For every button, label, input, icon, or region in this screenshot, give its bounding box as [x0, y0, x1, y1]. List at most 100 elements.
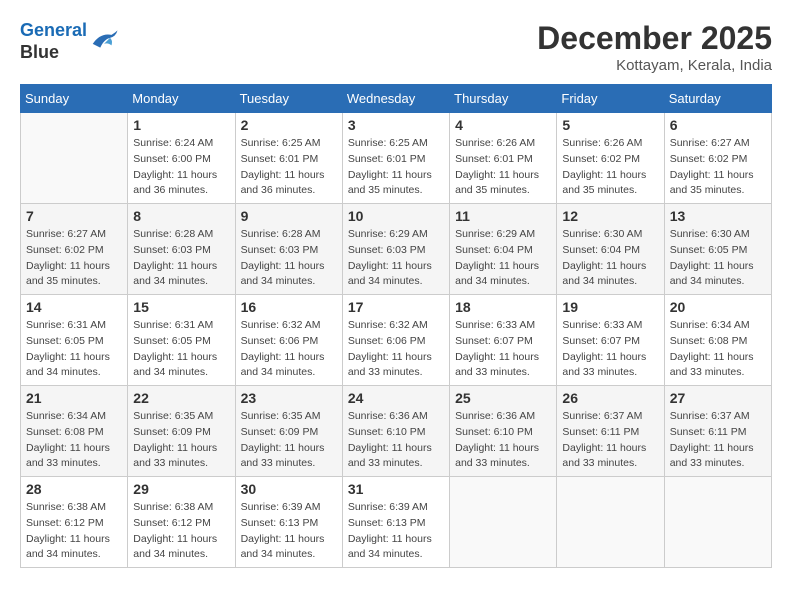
day-number: 29 [133, 481, 229, 497]
day-info: Sunrise: 6:37 AMSunset: 6:11 PMDaylight:… [562, 409, 658, 472]
calendar-cell: 26 Sunrise: 6:37 AMSunset: 6:11 PMDayligh… [557, 386, 664, 477]
day-number: 28 [26, 481, 122, 497]
calendar-cell [21, 113, 128, 204]
calendar-cell: 19 Sunrise: 6:33 AMSunset: 6:07 PMDayligh… [557, 295, 664, 386]
day-info: Sunrise: 6:26 AMSunset: 6:01 PMDaylight:… [455, 136, 551, 199]
day-number: 20 [670, 299, 766, 315]
day-info: Sunrise: 6:25 AMSunset: 6:01 PMDaylight:… [348, 136, 444, 199]
day-info: Sunrise: 6:27 AMSunset: 6:02 PMDaylight:… [670, 136, 766, 199]
day-info: Sunrise: 6:36 AMSunset: 6:10 PMDaylight:… [455, 409, 551, 472]
day-info: Sunrise: 6:30 AMSunset: 6:05 PMDaylight:… [670, 227, 766, 290]
day-number: 1 [133, 117, 229, 133]
calendar-cell: 24Sunrise: 6:36 AMSunset: 6:10 PMDayligh… [342, 386, 449, 477]
day-number: 4 [455, 117, 551, 133]
day-info: Sunrise: 6:36 AMSunset: 6:10 PMDaylight:… [348, 409, 444, 472]
page-header: GeneralBlue December 2025 Kottayam, Kera… [20, 20, 772, 74]
day-number: 13 [670, 208, 766, 224]
day-info: Sunrise: 6:28 AMSunset: 6:03 PMDaylight:… [133, 227, 229, 290]
day-info: Sunrise: 6:35 AMSunset: 6:09 PMDaylight:… [241, 409, 337, 472]
day-info: Sunrise: 6:39 AMSunset: 6:13 PMDaylight:… [241, 500, 337, 563]
day-info: Sunrise: 6:35 AMSunset: 6:09 PMDaylight:… [133, 409, 229, 472]
weekday-header-sunday: Sunday [21, 85, 128, 113]
logo-bird-icon [89, 28, 119, 56]
day-number: 26 [562, 390, 658, 406]
day-info: Sunrise: 6:34 AMSunset: 6:08 PMDaylight:… [26, 409, 122, 472]
calendar-cell: 11 Sunrise: 6:29 AMSunset: 6:04 PMDayligh… [450, 204, 557, 295]
calendar-week-2: 7 Sunrise: 6:27 AMSunset: 6:02 PMDaylight… [21, 204, 772, 295]
day-info: Sunrise: 6:29 AMSunset: 6:03 PMDaylight:… [348, 227, 444, 290]
day-info: Sunrise: 6:39 AMSunset: 6:13 PMDaylight:… [348, 500, 444, 563]
calendar-cell: 22Sunrise: 6:35 AMSunset: 6:09 PMDayligh… [128, 386, 235, 477]
calendar-cell [450, 477, 557, 568]
calendar-cell: 30 Sunrise: 6:39 AMSunset: 6:13 PMDayligh… [235, 477, 342, 568]
calendar-cell: 23Sunrise: 6:35 AMSunset: 6:09 PMDayligh… [235, 386, 342, 477]
calendar-table: SundayMondayTuesdayWednesdayThursdayFrid… [20, 84, 772, 568]
day-number: 2 [241, 117, 337, 133]
day-number: 30 [241, 481, 337, 497]
day-number: 16 [241, 299, 337, 315]
weekday-header-thursday: Thursday [450, 85, 557, 113]
calendar-cell: 8Sunrise: 6:28 AMSunset: 6:03 PMDaylight… [128, 204, 235, 295]
day-number: 27 [670, 390, 766, 406]
day-info: Sunrise: 6:38 AMSunset: 6:12 PMDaylight:… [26, 500, 122, 563]
calendar-cell: 7 Sunrise: 6:27 AMSunset: 6:02 PMDaylight… [21, 204, 128, 295]
calendar-cell: 28 Sunrise: 6:38 AMSunset: 6:12 PMDayligh… [21, 477, 128, 568]
day-info: Sunrise: 6:24 AMSunset: 6:00 PMDaylight:… [133, 136, 229, 199]
calendar-cell: 10 Sunrise: 6:29 AMSunset: 6:03 PMDayligh… [342, 204, 449, 295]
day-number: 15 [133, 299, 229, 315]
day-number: 9 [241, 208, 337, 224]
calendar-week-1: 1 Sunrise: 6:24 AMSunset: 6:00 PMDaylight… [21, 113, 772, 204]
calendar-cell: 18 Sunrise: 6:33 AMSunset: 6:07 PMDayligh… [450, 295, 557, 386]
calendar-cell: 1 Sunrise: 6:24 AMSunset: 6:00 PMDaylight… [128, 113, 235, 204]
logo: GeneralBlue [20, 20, 119, 63]
day-number: 6 [670, 117, 766, 133]
logo-text: GeneralBlue [20, 20, 87, 63]
weekday-header-friday: Friday [557, 85, 664, 113]
calendar-cell: 27 Sunrise: 6:37 AMSunset: 6:11 PMDayligh… [664, 386, 771, 477]
day-info: Sunrise: 6:31 AMSunset: 6:05 PMDaylight:… [26, 318, 122, 381]
day-number: 11 [455, 208, 551, 224]
day-number: 18 [455, 299, 551, 315]
calendar-cell: 5Sunrise: 6:26 AMSunset: 6:02 PMDaylight… [557, 113, 664, 204]
day-info: Sunrise: 6:26 AMSunset: 6:02 PMDaylight:… [562, 136, 658, 199]
day-info: Sunrise: 6:31 AMSunset: 6:05 PMDaylight:… [133, 318, 229, 381]
calendar-cell: 2 Sunrise: 6:25 AMSunset: 6:01 PMDaylight… [235, 113, 342, 204]
day-info: Sunrise: 6:30 AMSunset: 6:04 PMDaylight:… [562, 227, 658, 290]
day-info: Sunrise: 6:28 AMSunset: 6:03 PMDaylight:… [241, 227, 337, 290]
day-number: 21 [26, 390, 122, 406]
weekday-header-wednesday: Wednesday [342, 85, 449, 113]
calendar-week-5: 28 Sunrise: 6:38 AMSunset: 6:12 PMDayligh… [21, 477, 772, 568]
day-info: Sunrise: 6:34 AMSunset: 6:08 PMDaylight:… [670, 318, 766, 381]
calendar-cell: 15 Sunrise: 6:31 AMSunset: 6:05 PMDayligh… [128, 295, 235, 386]
calendar-cell: 9 Sunrise: 6:28 AMSunset: 6:03 PMDaylight… [235, 204, 342, 295]
title-block: December 2025 Kottayam, Kerala, India [537, 20, 772, 74]
day-info: Sunrise: 6:27 AMSunset: 6:02 PMDaylight:… [26, 227, 122, 290]
day-number: 3 [348, 117, 444, 133]
day-number: 19 [562, 299, 658, 315]
day-info: Sunrise: 6:37 AMSunset: 6:11 PMDaylight:… [670, 409, 766, 472]
weekday-header-monday: Monday [128, 85, 235, 113]
day-info: Sunrise: 6:38 AMSunset: 6:12 PMDaylight:… [133, 500, 229, 563]
day-info: Sunrise: 6:33 AMSunset: 6:07 PMDaylight:… [562, 318, 658, 381]
day-info: Sunrise: 6:25 AMSunset: 6:01 PMDaylight:… [241, 136, 337, 199]
day-number: 25 [455, 390, 551, 406]
calendar-cell: 6 Sunrise: 6:27 AMSunset: 6:02 PMDaylight… [664, 113, 771, 204]
day-info: Sunrise: 6:32 AMSunset: 6:06 PMDaylight:… [348, 318, 444, 381]
day-number: 12 [562, 208, 658, 224]
day-info: Sunrise: 6:32 AMSunset: 6:06 PMDaylight:… [241, 318, 337, 381]
calendar-week-4: 21 Sunrise: 6:34 AMSunset: 6:08 PMDayligh… [21, 386, 772, 477]
weekday-header-tuesday: Tuesday [235, 85, 342, 113]
day-number: 7 [26, 208, 122, 224]
calendar-cell: 25 Sunrise: 6:36 AMSunset: 6:10 PMDayligh… [450, 386, 557, 477]
weekday-header-saturday: Saturday [664, 85, 771, 113]
calendar-cell: 3 Sunrise: 6:25 AMSunset: 6:01 PMDaylight… [342, 113, 449, 204]
calendar-cell: 31Sunrise: 6:39 AMSunset: 6:13 PMDayligh… [342, 477, 449, 568]
calendar-cell: 17Sunrise: 6:32 AMSunset: 6:06 PMDayligh… [342, 295, 449, 386]
calendar-cell: 21 Sunrise: 6:34 AMSunset: 6:08 PMDayligh… [21, 386, 128, 477]
day-number: 10 [348, 208, 444, 224]
day-number: 14 [26, 299, 122, 315]
calendar-cell: 14 Sunrise: 6:31 AMSunset: 6:05 PMDayligh… [21, 295, 128, 386]
day-info: Sunrise: 6:33 AMSunset: 6:07 PMDaylight:… [455, 318, 551, 381]
calendar-cell: 12 Sunrise: 6:30 AMSunset: 6:04 PMDayligh… [557, 204, 664, 295]
day-info: Sunrise: 6:29 AMSunset: 6:04 PMDaylight:… [455, 227, 551, 290]
